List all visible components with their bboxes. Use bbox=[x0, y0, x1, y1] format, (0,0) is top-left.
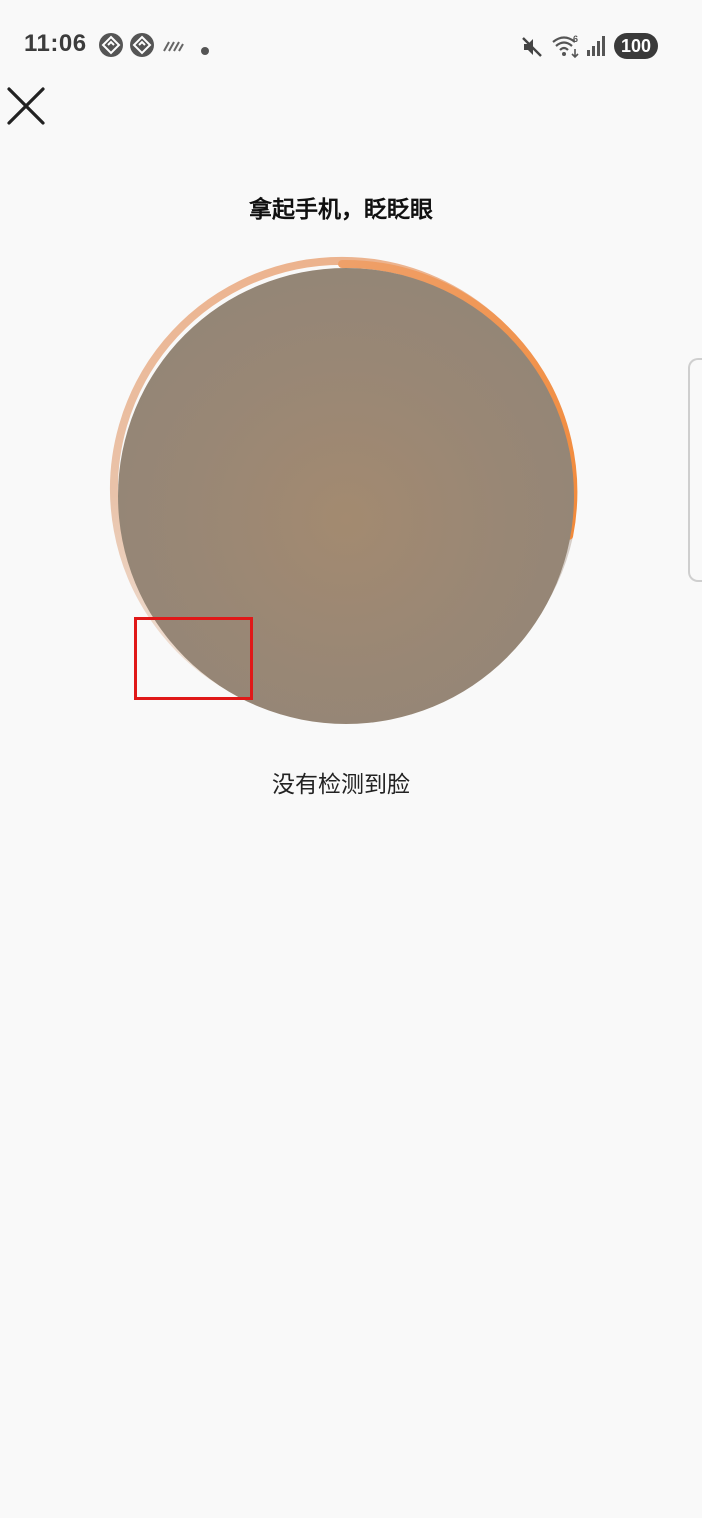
battery-icon: 100 bbox=[614, 33, 658, 59]
side-panel-handle[interactable] bbox=[688, 358, 702, 582]
prompt-title: 拿起手机，眨眨眼 bbox=[249, 197, 433, 223]
detection-status: 没有检测到脸 bbox=[272, 772, 410, 798]
svg-text:6: 6 bbox=[573, 34, 578, 44]
status-bar: 11:06 6 100 bbox=[0, 0, 702, 92]
close-button[interactable] bbox=[6, 86, 46, 126]
cellular-signal-icon bbox=[585, 35, 607, 61]
mute-icon bbox=[520, 35, 544, 63]
sync-stripes-icon bbox=[162, 36, 184, 58]
app-notification-icon bbox=[129, 32, 155, 62]
close-icon bbox=[7, 87, 45, 125]
status-time: 11:06 bbox=[24, 30, 87, 57]
dot-icon bbox=[200, 41, 210, 60]
highlight-box bbox=[134, 617, 253, 700]
wifi-6-icon: 6 bbox=[551, 33, 581, 63]
app-notification-icon bbox=[98, 32, 124, 62]
